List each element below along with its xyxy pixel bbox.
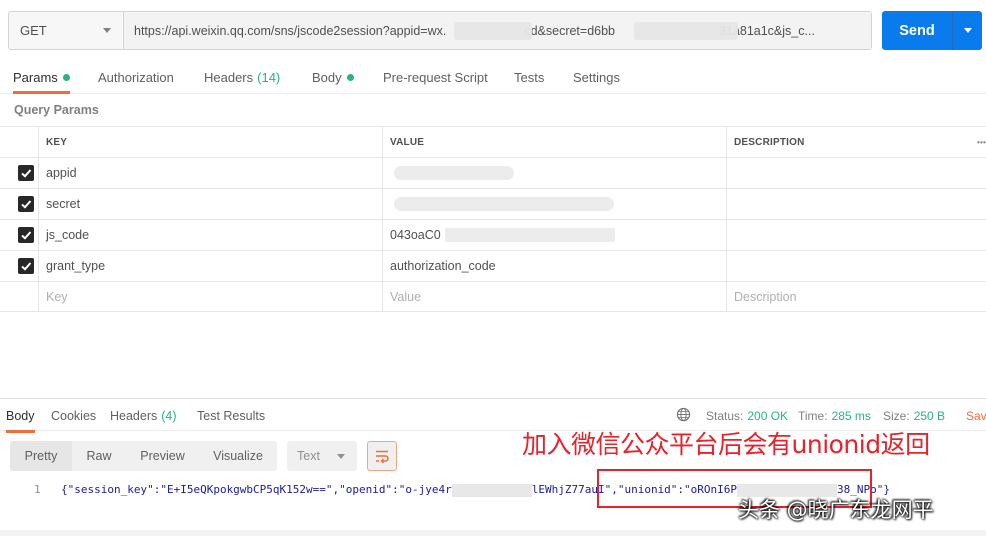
method-select[interactable]: GET [9, 12, 124, 49]
tab-authorization[interactable]: Authorization [98, 62, 174, 93]
section-title: Query Params [14, 103, 99, 117]
param-value-text: 043oaC0 [390, 228, 441, 242]
redaction [451, 483, 532, 497]
param-value[interactable] [382, 158, 726, 188]
tab-cookies[interactable]: Cookies [51, 399, 96, 432]
url-text-mid: cd&secret=d6bb [524, 23, 616, 38]
active-dot-icon [62, 74, 70, 81]
redaction [444, 228, 615, 242]
send-label: Send [899, 22, 935, 39]
param-key[interactable]: appid [38, 158, 382, 188]
send-button[interactable]: Send [882, 11, 982, 50]
param-value[interactable]: authorization_code [382, 251, 726, 281]
format-select[interactable]: Text [287, 441, 357, 471]
code-segment: {"session_key":"E+I5eQKpokgwbCP5qK152w==… [61, 483, 452, 496]
status-label: Status: [706, 408, 744, 423]
time-value: 285 ms [831, 408, 871, 423]
tab-settings[interactable]: Settings [573, 62, 620, 93]
time-label: Time: [798, 408, 828, 423]
table-row: secret [0, 188, 986, 219]
table-header: KEY VALUE DESCRIPTION ••• [0, 126, 986, 157]
wrap-lines-icon [376, 450, 389, 464]
tab-count: (14) [257, 70, 281, 85]
tab-tests[interactable]: Tests [514, 62, 544, 93]
table-row-new: Key Value Description [0, 281, 986, 312]
tab-label: Params [13, 70, 58, 85]
column-header-key: KEY [38, 127, 382, 157]
tab-label: Body [6, 408, 35, 423]
view-mode-group: Pretty Raw Preview Visualize [10, 441, 277, 471]
param-value[interactable] [382, 189, 726, 219]
send-options-button[interactable] [953, 28, 982, 33]
bottom-border [0, 530, 986, 536]
checkbox[interactable] [18, 258, 34, 274]
request-bar: GET https://api.weixin.qq.com/sns/jscode… [8, 11, 872, 50]
tab-label: Cookies [51, 408, 97, 423]
watermark: 头条 @晓广东龙网平 [738, 498, 934, 522]
url-text: https://api.weixin.qq.com/sns/jscode2ses… [134, 23, 447, 38]
new-value-input[interactable]: Value [382, 282, 726, 311]
chevron-down-icon [103, 28, 111, 33]
checkbox[interactable] [18, 227, 34, 243]
tab-label: Test Results [197, 408, 266, 423]
checkbox[interactable] [18, 165, 34, 181]
globe-icon[interactable] [676, 407, 691, 422]
size-value: 250 B [913, 408, 946, 423]
new-key-input[interactable]: Key [38, 282, 382, 311]
tab-label: Pre-request Script [383, 70, 488, 85]
chevron-down-icon [963, 28, 972, 33]
redaction [454, 22, 532, 40]
param-key[interactable]: grant_type [38, 251, 382, 281]
tab-label: Settings [573, 70, 620, 85]
chevron-down-icon [337, 453, 345, 459]
table-row: grant_type authorization_code [0, 250, 986, 281]
tab-headers[interactable]: Headers (14) [204, 62, 280, 93]
tab-test-results[interactable]: Test Results [197, 399, 265, 432]
tab-body[interactable]: Body [312, 62, 354, 93]
tab-label: Authorization [98, 70, 174, 85]
column-header-description: DESCRIPTION [726, 127, 969, 157]
size-label: Size: [883, 408, 910, 423]
param-value[interactable]: 043oaC0 [382, 220, 726, 250]
tab-response-headers[interactable]: Headers (4) [110, 399, 177, 432]
status-value: 200 OK [747, 408, 789, 423]
new-description-input[interactable]: Description [726, 282, 986, 311]
tab-pre-request-script[interactable]: Pre-request Script [383, 62, 488, 93]
view-preview-button[interactable]: Preview [126, 441, 199, 471]
wrap-lines-button[interactable] [367, 441, 397, 471]
tab-label: Headers [110, 408, 158, 423]
active-dot-icon [346, 74, 354, 81]
param-description[interactable] [726, 251, 986, 281]
view-raw-button[interactable]: Raw [72, 441, 126, 471]
line-number: 1 [34, 483, 41, 496]
method-label: GET [20, 23, 47, 38]
url-input[interactable]: https://api.weixin.qq.com/sns/jscode2ses… [124, 12, 871, 49]
view-pretty-button[interactable]: Pretty [10, 441, 72, 471]
column-header-value: VALUE [382, 127, 726, 157]
param-key[interactable]: js_code [38, 220, 382, 250]
param-description[interactable] [726, 189, 986, 219]
annotation-text: 加入微信公众平台后会有unionid返回 [522, 430, 930, 459]
table-row: js_code 043oaC0 [0, 219, 986, 250]
format-label: Text [297, 449, 320, 463]
view-visualize-button[interactable]: Visualize [199, 441, 277, 471]
save-response-button[interactable]: Sav [966, 399, 986, 432]
tab-count: (4) [161, 408, 177, 423]
request-tabs: Params Authorization Headers (14) Body Pr… [0, 62, 986, 94]
table-row: appid [0, 157, 986, 188]
redaction [634, 22, 738, 40]
redaction [394, 197, 614, 211]
param-description[interactable] [726, 158, 986, 188]
more-options-icon[interactable]: ••• [969, 127, 986, 157]
param-description[interactable] [726, 220, 986, 250]
tab-response-body[interactable]: Body [6, 399, 35, 433]
redaction [394, 166, 514, 180]
tab-label: Tests [514, 70, 545, 85]
tab-params[interactable]: Params [13, 62, 70, 94]
tab-label: Headers [204, 70, 254, 85]
checkbox[interactable] [18, 196, 34, 212]
tab-label: Body [312, 70, 342, 85]
param-key[interactable]: secret [38, 189, 382, 219]
